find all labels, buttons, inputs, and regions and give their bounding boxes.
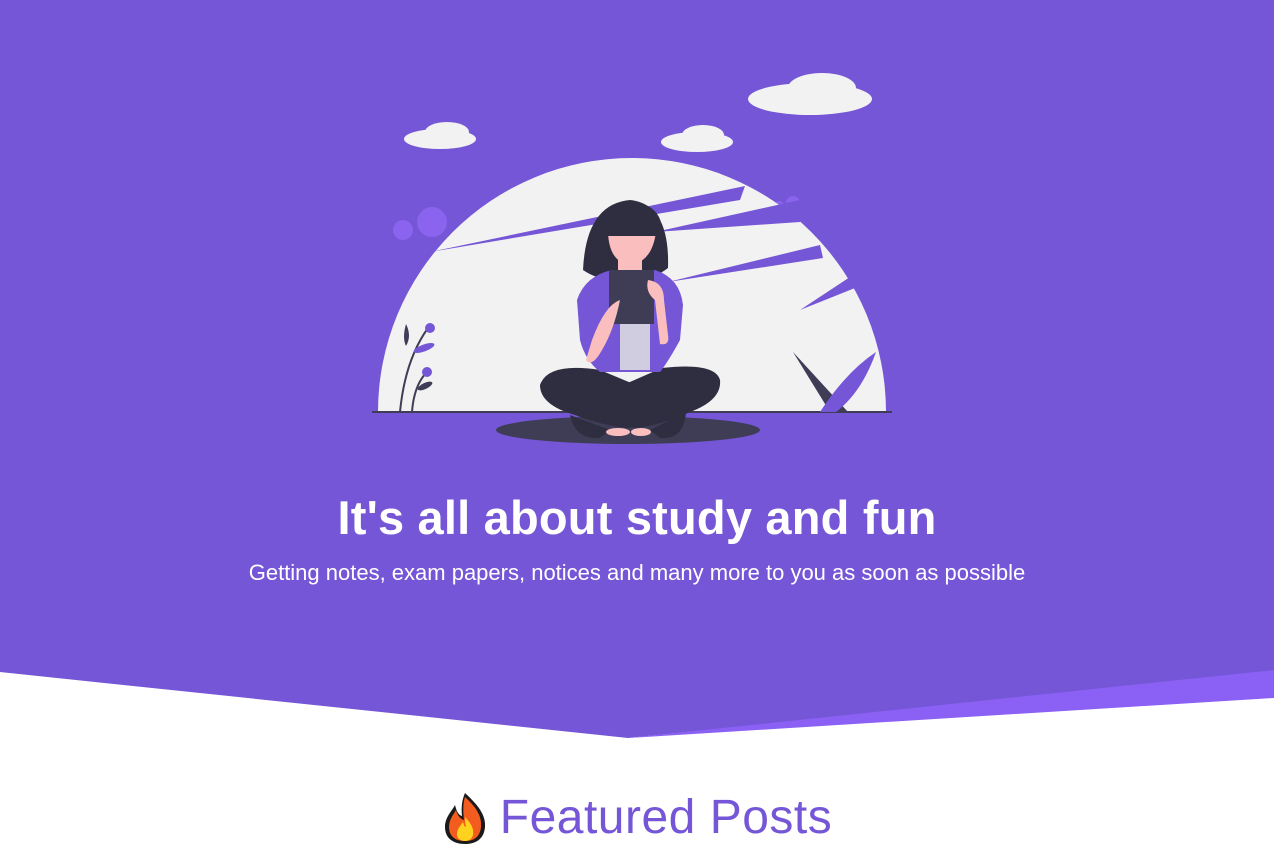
hero-subtitle: Getting notes, exam papers, notices and … [248,560,1026,585]
hero-banner: It's all about study and fun Getting not… [0,0,1274,745]
featured-posts-title: Featured Posts [499,790,833,844]
woman-reading-illustration [372,73,892,444]
fire-icon [444,793,485,844]
featured-posts-heading: Featured Posts [0,782,1274,852]
hero-title: It's all about study and fun [337,491,937,544]
